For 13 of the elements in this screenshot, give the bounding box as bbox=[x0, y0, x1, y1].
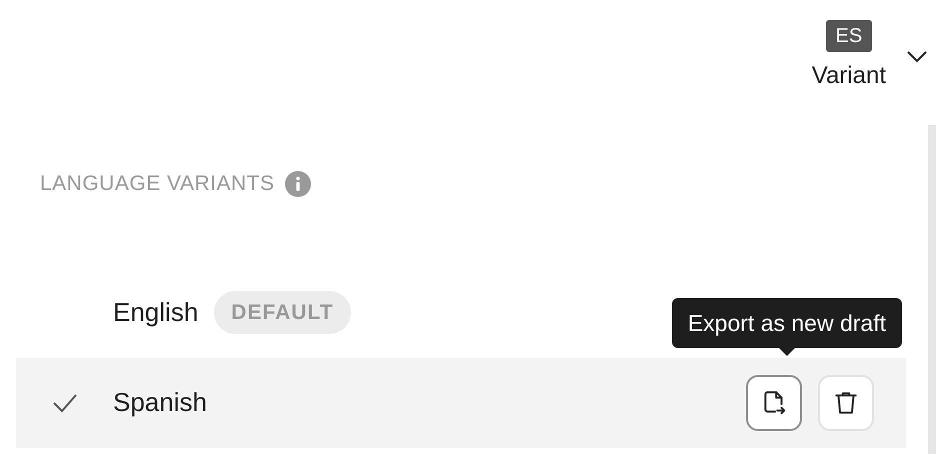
scrollbar[interactable] bbox=[928, 125, 936, 454]
variant-name[interactable]: English bbox=[113, 293, 198, 332]
info-icon bbox=[284, 170, 310, 197]
section-title: LANGUAGE VARIANTS bbox=[40, 171, 274, 197]
default-badge: DEFAULT bbox=[214, 290, 351, 334]
variant-picker[interactable]: ES Variant bbox=[812, 20, 886, 94]
tooltip: Export as new draft bbox=[672, 298, 902, 356]
export-button[interactable] bbox=[746, 374, 802, 430]
selected-row[interactable]: Spanish bbox=[16, 358, 906, 448]
flag-badge: ES bbox=[826, 20, 872, 52]
variant-name[interactable]: Spanish bbox=[113, 383, 207, 422]
delete-button[interactable] bbox=[818, 374, 874, 430]
check-icon bbox=[52, 392, 78, 412]
